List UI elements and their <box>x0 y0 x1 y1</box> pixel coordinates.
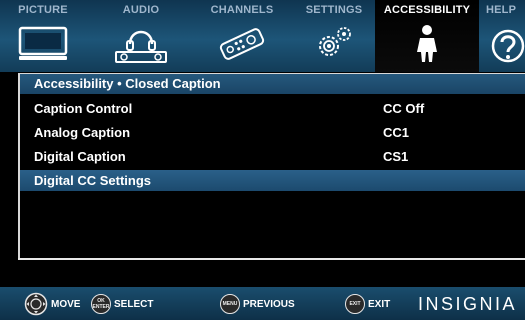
tab-help-label: HELP <box>486 4 517 16</box>
tab-settings-label: SETTINGS <box>305 4 363 16</box>
hint-move-label: MOVE <box>51 298 81 310</box>
tab-accessibility[interactable]: ACCESSIBILITY <box>375 0 479 72</box>
menu-divider <box>18 258 525 260</box>
menu-button-icon: MENU <box>220 294 240 314</box>
menu-tab-bar: PICTURE AUDIO CHANNELS SETTINGS ACCESSIB… <box>0 0 525 72</box>
hint-previous: MENU PREVIOUS <box>220 293 295 315</box>
brand-logo: INSIGNIA <box>418 294 518 314</box>
menu-item-label: Digital Caption <box>34 149 126 164</box>
gears-icon <box>319 27 351 56</box>
tab-channels[interactable]: CHANNELS <box>202 0 282 72</box>
menu-item-digital-cc-settings[interactable]: Digital CC Settings <box>20 170 525 191</box>
hint-previous-label: PREVIOUS <box>243 298 295 310</box>
tab-audio-label: AUDIO <box>122 4 160 16</box>
menu-item-value: CC1 <box>383 125 410 140</box>
closed-caption-menu: Accessibility • Closed Caption Caption C… <box>18 73 525 260</box>
tv-icon <box>18 26 68 60</box>
tab-accessibility-label: ACCESSIBILITY <box>383 4 471 16</box>
menu-item-analog-caption[interactable]: Analog Caption CC1 <box>20 120 525 144</box>
exit-button-icon: EXIT <box>345 294 365 314</box>
tab-settings[interactable]: SETTINGS <box>298 0 370 72</box>
dpad-icon <box>24 292 48 316</box>
menu-item-value: CC Off <box>383 101 425 116</box>
headphones-speaker-icon <box>115 30 167 63</box>
menu-item-caption-control[interactable]: Caption Control CC Off <box>20 96 525 120</box>
menu-item-label: Caption Control <box>34 101 133 116</box>
hint-select: OK ENTER SELECT <box>91 293 153 315</box>
tab-audio[interactable]: AUDIO <box>104 0 178 72</box>
tab-picture-label: PICTURE <box>18 4 68 16</box>
remote-control-icon <box>219 28 265 60</box>
tv-menu-screen: PICTURE AUDIO CHANNELS SETTINGS ACCESSIB… <box>0 0 525 320</box>
hint-exit-label: EXIT <box>368 298 391 310</box>
tab-picture[interactable]: PICTURE <box>6 0 80 72</box>
menu-item-value: CS1 <box>383 149 409 164</box>
person-icon <box>417 25 437 62</box>
menu-breadcrumb-header: Accessibility • Closed Caption <box>20 74 525 94</box>
menu-title: Accessibility • Closed Caption <box>34 76 221 91</box>
hint-move: MOVE <box>24 292 81 316</box>
tab-help[interactable]: HELP <box>484 0 525 72</box>
ok-enter-button-icon: OK ENTER <box>91 294 111 314</box>
menu-item-label: Analog Caption <box>34 125 131 140</box>
menu-item-digital-caption[interactable]: Digital Caption CS1 <box>20 144 525 168</box>
hint-exit: EXIT EXIT <box>345 293 390 315</box>
menu-item-label: Digital CC Settings <box>34 173 152 188</box>
tab-channels-label: CHANNELS <box>210 4 274 16</box>
hint-select-label: SELECT <box>114 298 154 310</box>
question-mark-icon <box>491 29 525 63</box>
